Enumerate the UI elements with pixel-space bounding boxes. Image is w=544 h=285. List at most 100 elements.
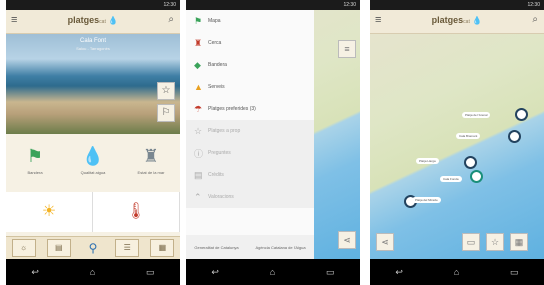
map-label[interactable]: Platja del Miracle	[412, 197, 441, 203]
tile-label: Bandera	[27, 170, 43, 175]
drop-logo-icon: 💧	[472, 16, 483, 25]
app-bar: ≡ platgescat 💧 ⌕	[370, 10, 544, 34]
drop-logo-icon: 💧	[108, 16, 119, 25]
tile-label: Estat de la mar	[137, 170, 165, 175]
drawer-item[interactable]: ♜ Cerca	[186, 32, 314, 54]
status-time: 12:30	[527, 2, 540, 8]
tile-bandera[interactable]: ⚑ Bandera	[9, 142, 61, 186]
drawer-item-label: Mapa	[208, 18, 221, 24]
map-pin-icon[interactable]	[515, 108, 528, 121]
water-drop-icon: 💧	[81, 146, 105, 166]
weather-row: ☀ 🌡	[6, 192, 180, 232]
drawer-item-label: Bandera	[208, 62, 227, 68]
app-logo: platgescat 💧	[6, 15, 180, 25]
logo-text: platges	[431, 15, 464, 25]
info-icon: ⓘ	[194, 148, 204, 159]
tile-qualitat[interactable]: 💧 Qualitat aigua	[67, 142, 119, 186]
drawer-item-label: Preguntes	[208, 150, 231, 156]
flag-report-icon[interactable]: ⚐	[157, 104, 175, 122]
drawer-item[interactable]: ⚑ Mapa	[186, 10, 314, 32]
drawer-item-label: Valoracions	[208, 194, 234, 200]
fish-icon: ◆	[194, 59, 201, 70]
weather-icon[interactable]: ☼	[11, 239, 36, 257]
beach-detail-screen: 12:30 ≡ platgescat 💧 ⌕ Cala Font Salou -…	[6, 0, 180, 285]
drawer-item-label: Crèdits	[208, 172, 224, 178]
map-pin-icon[interactable]	[464, 156, 477, 169]
folder-icon[interactable]: ▭	[462, 233, 480, 251]
status-bar: 12:30	[186, 0, 360, 10]
map-pin-icon[interactable]	[470, 170, 483, 183]
share-icon[interactable]: ⋖	[376, 233, 394, 251]
recent-apps-icon[interactable]: ▭	[146, 267, 155, 278]
lifeguard-icon: ♜	[142, 146, 160, 166]
tile-estat-mar[interactable]: ♜ Estat de la mar	[125, 142, 177, 186]
status-time: 12:30	[163, 2, 176, 8]
status-bar: 12:30	[6, 0, 180, 10]
navigation-drawer: ⚑ Mapa ♜ Cerca ◆ Bandera ▲ Serveis ☂ Platges …	[186, 10, 314, 259]
document-icon: ▤	[194, 169, 203, 180]
beach-name: Cala Font	[79, 38, 106, 44]
map-label[interactable]: Platja Llarga	[416, 158, 439, 164]
drawer-item-label: Serveis	[208, 84, 225, 90]
star-icon: ☆	[194, 125, 203, 136]
drawer-item[interactable]: ☆ Platges a prop	[186, 120, 314, 142]
home-icon[interactable]: ⌂	[270, 267, 275, 277]
drawer-item[interactable]: ☂ Platges preferides (3)	[186, 98, 314, 120]
thermometer-icon: 🌡	[93, 192, 180, 232]
status-time: 12:30	[343, 2, 356, 8]
generalitat-logo: Generalitat de Catalunya	[194, 244, 239, 250]
beach-content: Cala Font Salou - Tarragonès ☆ ⚐ ⚑ Bande…	[6, 34, 180, 259]
drawer-item[interactable]: ⌃ Valoracions	[186, 186, 314, 208]
android-nav-bar: ↩ ⌂ ▭	[6, 259, 180, 285]
map-screen: 12:30 ≡ platgescat 💧 ⌕ Platja de l'Arena…	[370, 0, 544, 285]
beach-location: Salou - Tarragonès	[76, 46, 110, 51]
back-icon[interactable]: ↩	[211, 267, 219, 278]
drawer-item[interactable]: ▤ Crèdits	[186, 164, 314, 186]
home-icon[interactable]: ⌂	[90, 267, 95, 277]
drawer-item[interactable]: ⓘ Preguntes	[186, 142, 314, 164]
beach-photo: Cala Font Salou - Tarragonès ☆ ⚐	[6, 34, 180, 134]
logo-suffix: cat	[99, 19, 106, 25]
sun-icon: ☀	[6, 192, 93, 232]
map-label[interactable]: Cala Bramant	[456, 133, 481, 139]
tile-label: Qualitat aigua	[80, 170, 106, 175]
drawer-item[interactable]: ▲ Serveis	[186, 76, 314, 98]
flag-icon: ⚑	[194, 15, 203, 26]
status-bar: 12:30	[370, 0, 544, 10]
document-icon[interactable]: ▦	[150, 239, 175, 257]
drawer-item-label: Platges a prop	[208, 128, 241, 134]
grid-icon[interactable]: ▦	[510, 233, 528, 251]
search-icon[interactable]: ⌕	[532, 14, 538, 25]
list-icon[interactable]: ☰	[115, 239, 140, 257]
map-pin-icon[interactable]	[508, 130, 521, 143]
map-label[interactable]: Platja de l'Arenal	[462, 112, 491, 118]
app-logo: platgescat 💧	[370, 15, 544, 25]
star-icon[interactable]: ☆	[486, 233, 504, 251]
drawer-item-label: Cerca	[208, 40, 222, 46]
info-icon[interactable]: ▤	[46, 239, 71, 257]
favorite-star-icon[interactable]: ☆	[157, 82, 175, 100]
home-icon[interactable]: ⌂	[454, 267, 459, 277]
bottom-tab-bar: ☼ ▤ ⚲ ☰ ▦	[6, 236, 180, 259]
flag-icon: ⚑	[26, 146, 44, 166]
back-icon[interactable]: ↩	[395, 267, 403, 278]
aca-logo: Agència Catalana de l'Aigua	[255, 244, 306, 250]
android-nav-bar: ↩ ⌂ ▭	[186, 259, 360, 285]
menu-icon[interactable]: ≡	[338, 40, 356, 58]
lifeguard-icon: ♜	[194, 37, 203, 48]
map-pin-icon[interactable]: ⚲	[82, 240, 104, 256]
back-icon[interactable]: ↩	[31, 267, 39, 278]
recent-apps-icon[interactable]: ▭	[510, 267, 519, 278]
beach-status-tiles: ⚑ Bandera 💧 Qualitat aigua ♜ Estat de la…	[6, 142, 180, 186]
arrow-up-icon: ⌃	[194, 191, 202, 202]
recent-apps-icon[interactable]: ▭	[326, 267, 335, 278]
search-icon[interactable]: ⌕	[168, 14, 174, 25]
drawer-footer: Generalitat de Catalunya Agència Catalan…	[186, 235, 314, 259]
share-icon[interactable]: ⋖	[338, 231, 356, 249]
beach-icon: ▲	[194, 82, 203, 92]
android-nav-bar: ↩ ⌂ ▭	[370, 259, 544, 285]
map-label[interactable]: Cala Fonda	[440, 176, 462, 182]
menu-drawer-screen: 12:30 ≡ ⋖ ⚑ Mapa ♜ Cerca ◆ Bandera ▲ Serveis…	[186, 0, 360, 285]
drawer-item[interactable]: ◆ Bandera	[186, 54, 314, 76]
umbrella-icon: ☂	[194, 103, 203, 114]
